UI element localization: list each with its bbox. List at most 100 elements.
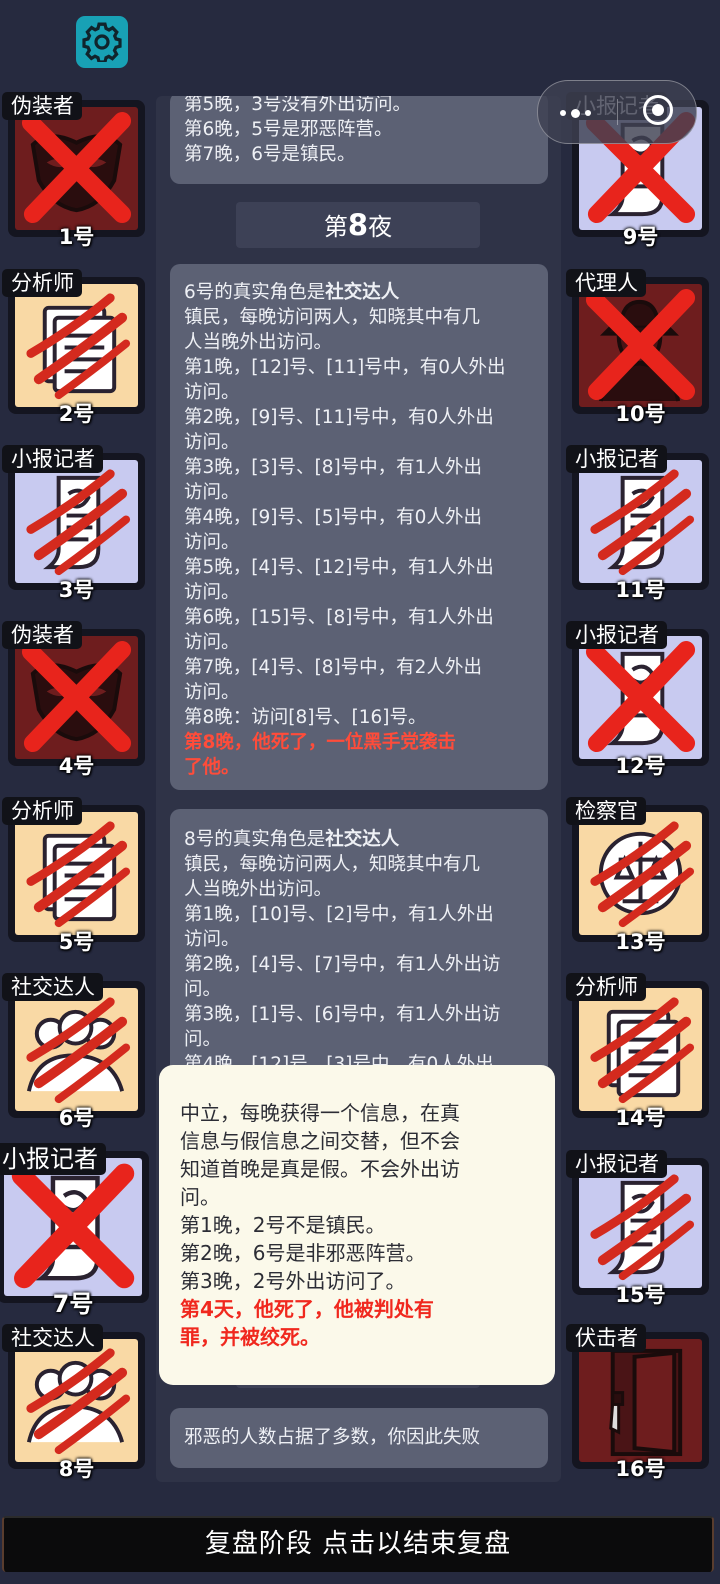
scroll-icon (4, 1158, 142, 1296)
log-line: 问。 (184, 1029, 222, 1050)
player-role-label: 分析师 (566, 973, 646, 1001)
entry-title-prefix: 8号的真实角色是 (184, 829, 326, 850)
death-line: 第8晚，他死了，一位黑手党袭击 (184, 732, 456, 753)
log-line: 访问。 (184, 582, 240, 603)
emblem-icon (579, 812, 702, 935)
night-prefix: 第 (323, 213, 348, 241)
popup-line: 第2晚，6号是非邪恶阵营。 (180, 1241, 426, 1265)
scroll-icon (579, 460, 702, 583)
player-card[interactable]: 分析师 5号 (2, 797, 145, 954)
player-card[interactable]: 小报记者 15号 (566, 1150, 709, 1307)
death-line: 了他。 (184, 757, 240, 778)
player-number: 2号 (58, 402, 95, 426)
player-number: 10号 (615, 402, 666, 426)
miniapp-capsule[interactable] (537, 80, 697, 144)
log-line: 第8晚：访问[8]号、[16]号。 (184, 707, 427, 728)
night-suffix: 夜 (368, 213, 393, 241)
player-number: 9号 (622, 225, 659, 249)
player-card[interactable]: 小报记者 11号 (566, 445, 709, 602)
log-line: 访问。 (184, 482, 240, 503)
log-line: 镇民，每晚访问两人，知晓其中有几 (184, 307, 481, 328)
log-line: 镇民，每晚访问两人，知晓其中有几 (184, 854, 481, 875)
capsule-divider (617, 99, 618, 125)
player-number: 8号 (58, 1457, 95, 1481)
popup-line: 问。 (180, 1185, 220, 1209)
log-line: 访问。 (184, 632, 240, 653)
player-number: 6号 (58, 1106, 95, 1130)
target-icon[interactable] (643, 95, 673, 125)
player-role-label: 小报记者 (566, 1150, 667, 1178)
log-line: 第2晚，[4]号、[7]号中，有1人外出访 (184, 954, 501, 975)
player-card[interactable]: 小报记者 3号 (2, 445, 145, 602)
popup-line: 第1晚，2号不是镇民。 (180, 1213, 386, 1237)
player-role-label: 小报记者 (566, 621, 667, 649)
player-number: 16号 (615, 1457, 666, 1481)
log-line: 人当晚外出访问。 (184, 332, 333, 353)
log-line: 第1晚，[12]号、[11]号中，有0人外出 (184, 357, 506, 378)
player-card[interactable]: 小报记者 7号 (0, 1143, 149, 1318)
scroll-icon (579, 1165, 702, 1288)
files-icon (579, 988, 702, 1111)
files-icon (15, 812, 138, 935)
player-role-label: 代理人 (566, 269, 646, 297)
player-number: 3号 (58, 578, 95, 602)
files-icon (15, 284, 138, 407)
log-line: 第7晚，6号是镇民。 (184, 144, 356, 165)
log-line: 第6晚，5号是邪恶阵营。 (184, 119, 393, 140)
agent-icon (579, 284, 702, 407)
log-line: 访问。 (184, 382, 240, 403)
player-card[interactable]: 社交达人 6号 (2, 973, 145, 1130)
player-card[interactable]: 社交达人 8号 (2, 1324, 145, 1481)
player-role-label: 小报记者 (2, 445, 103, 473)
night-number: 8 (347, 208, 369, 242)
player-card[interactable]: 分析师 2号 (2, 269, 145, 426)
scroll-icon (15, 460, 138, 583)
mask-icon (15, 107, 138, 230)
scroll-icon (579, 636, 702, 759)
log-line: 访问。 (184, 532, 240, 553)
log-line: 第5晚，3号没有外出访问。 (184, 96, 412, 115)
log-line: 第3晚，[3]号、[8]号中，有1人外出 (184, 457, 482, 478)
settings-button[interactable] (76, 16, 128, 68)
gear-icon (82, 22, 122, 62)
popup-line: 第3晚，2号外出访问了。 (180, 1269, 406, 1293)
player-role-label: 伪装者 (2, 92, 82, 120)
entry-title: 8号的真实角色是社交达人 (184, 827, 534, 852)
log-line: 人当晚外出访问。 (184, 879, 333, 900)
player-card[interactable]: 伏击者 16号 (566, 1324, 709, 1481)
role-detail-popup[interactable]: 中立，每晚获得一个信息，在真 信息与假信息之间交替，但不会 知道首晚是真是假。不… (159, 1065, 555, 1385)
player-number: 13号 (615, 930, 666, 954)
player-card[interactable]: 代理人 10号 (566, 269, 709, 426)
log-line: 访问。 (184, 682, 240, 703)
player-card[interactable]: 检察官 13号 (566, 797, 709, 954)
player-role-label: 分析师 (2, 269, 82, 297)
log-entry-previous: 第5晚，3号没有外出访问。 第6晚，5号是邪恶阵营。 第7晚，6号是镇民。 (170, 96, 548, 184)
player-role-label: 小报记者 (566, 445, 667, 473)
player-role-label: 伪装者 (2, 621, 82, 649)
log-line: 第3晚，[1]号、[6]号中，有1人外出访 (184, 1004, 501, 1025)
log-line: 第7晚，[4]号、[8]号中，有2人外出 (184, 657, 482, 678)
more-dots-icon[interactable] (560, 109, 591, 118)
popup-line: 知道首晚是真是假。不会外出访 (180, 1157, 460, 1181)
player-number: 14号 (615, 1106, 666, 1130)
player-card[interactable]: 小报记者 12号 (566, 621, 709, 778)
night-header: 第8夜 (236, 202, 480, 248)
player-number: 11号 (615, 578, 666, 602)
log-line: 第4晚，[9]号、[5]号中，有0人外出 (184, 507, 482, 528)
end-review-button[interactable]: 复盘阶段 点击以结束复盘 (2, 1516, 714, 1572)
entry-title: 6号的真实角色是社交达人 (184, 280, 534, 305)
mask-icon (15, 636, 138, 759)
log-entry-final: 邪恶的人数占据了多数，你因此失败 (170, 1408, 548, 1468)
crowd-icon (15, 988, 138, 1111)
log-entry-player-8: 8号的真实角色是社交达人 镇民，每晚访问两人，知晓其中有几 人当晚外出访问。 第… (170, 809, 548, 1109)
player-role-label: 社交达人 (2, 1324, 103, 1352)
log-line: 第6晚，[15]号、[8]号中，有1人外出 (184, 607, 494, 628)
player-card[interactable]: 伪装者 4号 (2, 621, 145, 778)
player-number: 7号 (52, 1290, 94, 1318)
player-number: 12号 (615, 754, 666, 778)
player-card[interactable]: 分析师 14号 (566, 973, 709, 1130)
log-entry-player-6: 6号的真实角色是社交达人 镇民，每晚访问两人，知晓其中有几 人当晚外出访问。 第… (170, 264, 548, 790)
entry-title-role: 社交达人 (325, 282, 400, 303)
player-number: 1号 (58, 225, 95, 249)
player-card[interactable]: 伪装者 1号 (2, 92, 145, 249)
